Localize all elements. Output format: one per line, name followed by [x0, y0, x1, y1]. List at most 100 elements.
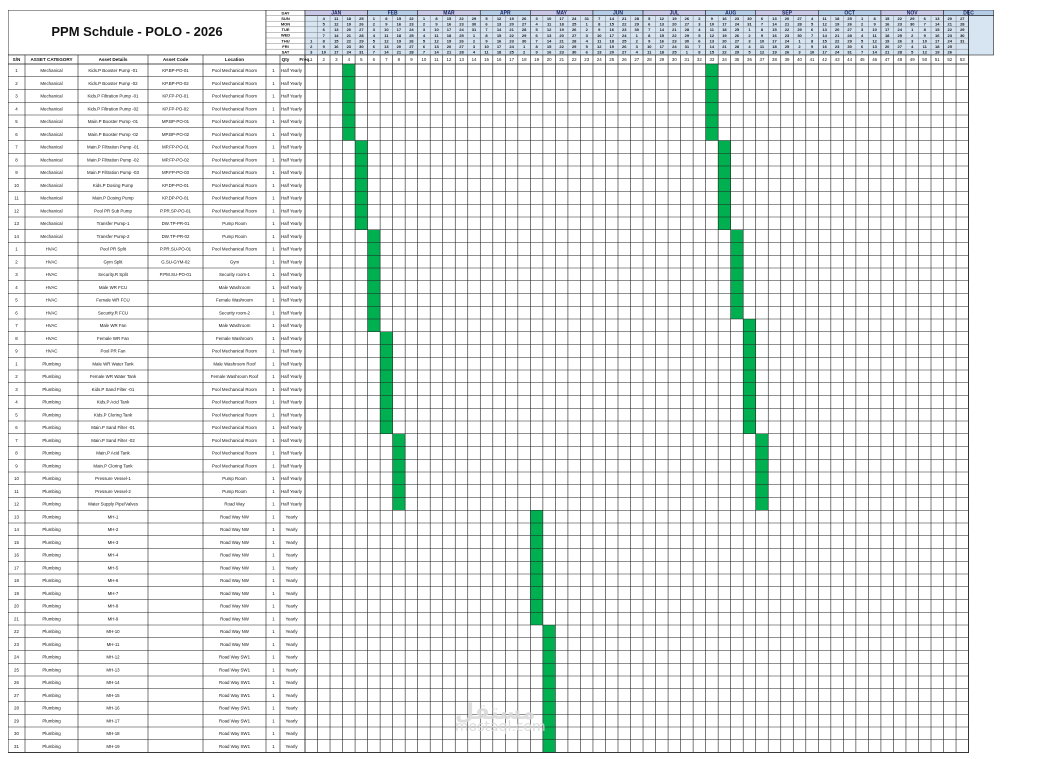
scheduled-week-cell: [530, 612, 543, 625]
row-location: Road Way SW1: [219, 680, 251, 685]
date-number: 26: [948, 50, 953, 55]
date-number: 28: [635, 16, 640, 21]
date-number: 21: [835, 33, 840, 38]
scheduled-week-cell: [743, 344, 756, 358]
date-number: 29: [735, 50, 740, 55]
row-sn: 7: [15, 438, 18, 443]
row-category: Plumbing: [42, 451, 61, 456]
row-code: DW.TP-PR-01: [162, 221, 190, 226]
row-category: Mechanical: [40, 157, 62, 162]
row-location: Road Way NW: [220, 604, 250, 609]
row-freq: Yearly: [285, 744, 298, 749]
date-number: 29: [522, 33, 527, 38]
row-details: MH-15: [106, 693, 120, 698]
date-number: 28: [572, 38, 577, 43]
row-category: Plumbing: [42, 374, 61, 379]
date-number: 30: [685, 38, 690, 43]
week-number: 44: [847, 57, 852, 62]
row-qty: 1: [272, 259, 275, 264]
row-qty: 1: [272, 502, 275, 507]
date-number: 24: [572, 16, 577, 21]
row-category: HVAC: [46, 272, 58, 277]
date-number: 13: [822, 27, 827, 32]
schedule-rows: 1 Mechanical Kids.P Booster Pump -01 KP.BP-…: [8, 10, 969, 753]
date-number: 20: [885, 44, 890, 49]
scheduled-week-cell: [705, 64, 719, 77]
row-location: Road Way: [224, 502, 245, 507]
date-number: 22: [672, 33, 677, 38]
date-number: 15: [447, 16, 452, 21]
row-qty: 1: [272, 476, 275, 481]
row-freq: Half Yearly: [281, 183, 303, 188]
scheduled-week-cell: [542, 701, 556, 715]
row-code: MP.FP-PO-03: [162, 170, 190, 175]
table-row: 5 Plumbing Kids.P Cloring Tank Pool Mechani…: [15, 408, 756, 421]
date-number: 31: [847, 50, 852, 55]
scheduled-week-cell: [367, 319, 381, 332]
row-sn: 30: [14, 731, 19, 736]
table-row: 31 Plumbing MH-19 Road Way SW1 1 Yearly: [14, 739, 556, 753]
date-number: 12: [334, 22, 339, 27]
scheduled-week-cell: [355, 178, 368, 192]
row-category: Plumbing: [42, 591, 61, 596]
row-freq: Half Yearly: [281, 412, 303, 417]
date-number: 22: [785, 27, 790, 32]
date-number: 24: [948, 38, 953, 43]
row-category: Plumbing: [42, 412, 61, 417]
row-qty: 1: [272, 591, 275, 596]
row-location: Pool Mechanical Room: [212, 451, 257, 456]
date-number: 12: [760, 50, 765, 55]
table-row: 15 Plumbing MH-3 Road Way NW 1 Yearly: [14, 535, 543, 549]
row-details: MH-1: [108, 514, 119, 519]
date-number: 21: [347, 33, 352, 38]
row-details: Male WR FCU: [99, 285, 127, 290]
week-number: 35: [734, 57, 739, 62]
date-number: 21: [672, 27, 677, 32]
row-sn: 9: [15, 170, 18, 175]
date-number: 20: [948, 16, 953, 21]
date-number: 12: [710, 33, 715, 38]
date-number: 10: [710, 22, 715, 27]
row-category: Mechanical: [40, 132, 62, 137]
row-details: Gym Split: [103, 259, 123, 264]
scheduled-week-cell: [530, 523, 543, 536]
row-sn: 2: [15, 81, 18, 86]
date-number: 22: [722, 50, 727, 55]
scheduled-week-cell: [355, 166, 368, 179]
row-freq: Half Yearly: [281, 451, 303, 456]
date-number: 18: [885, 33, 890, 38]
row-freq: Yearly: [285, 527, 298, 532]
scheduled-week-cell: [718, 204, 731, 217]
date-number: 14: [772, 22, 777, 27]
date-number: 25: [572, 22, 577, 27]
row-qty: 1: [272, 718, 275, 723]
date-number: 12: [822, 22, 827, 27]
row-qty: 1: [272, 400, 275, 405]
date-number: 30: [572, 50, 577, 55]
date-number: 28: [797, 22, 802, 27]
row-category: Plumbing: [42, 565, 61, 570]
date-number: 10: [384, 27, 389, 32]
row-category: Plumbing: [42, 502, 61, 507]
date-number: 18: [772, 44, 777, 49]
date-number: 16: [397, 22, 402, 27]
week-number: 43: [835, 57, 840, 62]
date-number: 17: [397, 27, 402, 32]
row-sn: 3: [15, 272, 18, 277]
row-sn: 7: [15, 145, 18, 150]
week-number: 50: [922, 57, 927, 62]
date-number: 26: [847, 22, 852, 27]
row-qty: 1: [272, 106, 275, 111]
date-number: 30: [797, 33, 802, 38]
row-freq: Yearly: [285, 667, 298, 672]
date-number: 19: [672, 16, 677, 21]
row-details: Kids.P Cloring Tank: [94, 412, 133, 417]
row-code: MP.FP-PO-01: [162, 145, 190, 150]
row-location: Road Way NW: [220, 591, 250, 596]
date-number: 18: [347, 16, 352, 21]
scheduled-week-cell: [392, 497, 406, 511]
scheduled-week-cell: [743, 421, 756, 434]
row-sn: 5: [15, 412, 18, 417]
date-number: 17: [559, 16, 564, 21]
row-location: Road Way NW: [220, 642, 250, 647]
